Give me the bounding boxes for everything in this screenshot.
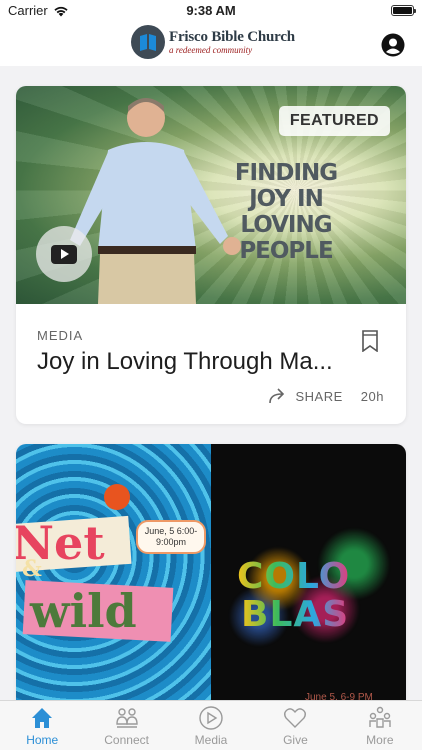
content-feed[interactable]: FEATURED FINDING JOY IN LOVING PEOPLE ME…: [0, 66, 422, 700]
ampersand: &: [22, 556, 42, 582]
net-wild-date: June, 5 6:00-9:00pm: [136, 520, 206, 554]
profile-icon[interactable]: [381, 33, 405, 57]
group-icon: [369, 706, 391, 728]
church-name: Frisco Bible Church: [169, 28, 295, 45]
status-bar: Carrier 9:38 AM: [0, 0, 422, 22]
net-and-wild-graphic: Net & wild June, 5 6:00-9:00pm: [16, 444, 211, 700]
event-banner[interactable]: Net & wild June, 5 6:00-9:00pm COLO BLAS…: [16, 444, 406, 700]
card-category: MEDIA: [37, 328, 84, 343]
app-header: Frisco Bible Church a redeemed community: [0, 22, 422, 66]
featured-badge: FEATURED: [278, 106, 390, 136]
bible-logo-icon: [131, 25, 165, 59]
tab-bar: Home Connect Media Give More: [0, 700, 422, 750]
tab-home[interactable]: Home: [0, 701, 84, 750]
card-body: MEDIA Joy in Loving Through Ma... SHARE …: [16, 304, 406, 424]
status-time: 9:38 AM: [186, 3, 236, 18]
people-icon: [115, 708, 138, 728]
heart-icon: [284, 708, 307, 728]
card-meta: SHARE 20h: [268, 388, 385, 404]
tab-media[interactable]: Media: [169, 701, 253, 750]
bookmark-icon[interactable]: [361, 330, 379, 352]
card-title[interactable]: Joy in Loving Through Ma...: [37, 348, 357, 376]
church-tagline: a redeemed community: [169, 44, 253, 55]
flower-icon: [104, 484, 130, 510]
tab-label: More: [366, 733, 394, 747]
wild-word: wild: [30, 584, 137, 638]
share-button[interactable]: SHARE: [296, 389, 343, 404]
tab-label: Connect: [104, 733, 149, 747]
play-video-button[interactable]: [36, 226, 92, 282]
color-blast-graphic: COLO BLAS June 5, 6-9 PM: [211, 444, 406, 700]
tab-more[interactable]: More: [338, 701, 422, 750]
post-age: 20h: [360, 388, 384, 404]
play-circle-icon: [199, 706, 223, 730]
event-card[interactable]: Net & wild June, 5 6:00-9:00pm COLO BLAS…: [16, 444, 406, 700]
tab-give[interactable]: Give: [253, 701, 337, 750]
tab-label: Home: [26, 733, 59, 747]
sermon-graphic-title: FINDING JOY IN LOVING PEOPLE: [234, 160, 338, 264]
color-blast-date: June 5, 6-9 PM: [305, 692, 373, 700]
home-icon: [32, 708, 53, 728]
blast-word: BLAS: [241, 594, 350, 635]
logo-text: Frisco Bible Church a redeemed community: [169, 28, 295, 55]
color-word: COLO: [237, 556, 351, 597]
battery-icon: [391, 5, 416, 16]
church-logo[interactable]: Frisco Bible Church a redeemed community: [131, 25, 295, 59]
tab-connect[interactable]: Connect: [84, 701, 168, 750]
featured-media-card[interactable]: FEATURED FINDING JOY IN LOVING PEOPLE ME…: [16, 86, 406, 424]
play-icon: [51, 244, 77, 264]
tab-label: Give: [283, 733, 308, 747]
sermon-thumbnail[interactable]: FEATURED FINDING JOY IN LOVING PEOPLE: [16, 86, 406, 304]
tab-label: Media: [194, 733, 228, 747]
share-arrow-icon[interactable]: [268, 388, 288, 404]
